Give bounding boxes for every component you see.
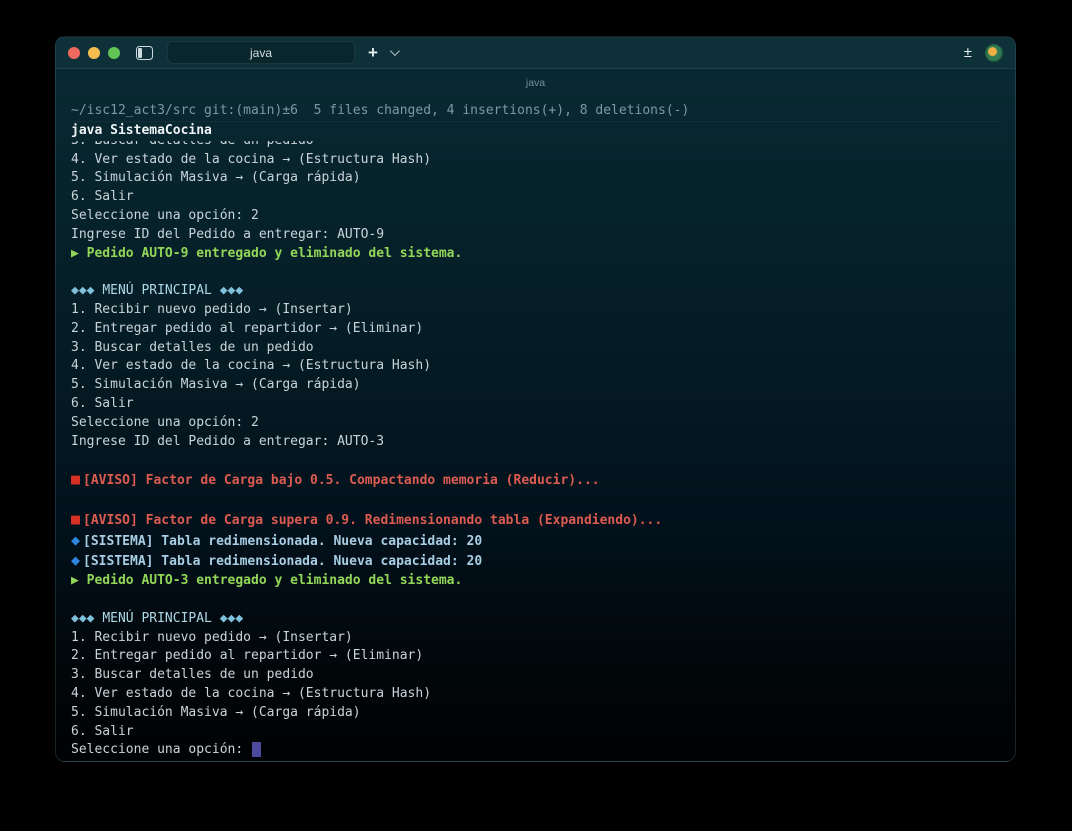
minimize-button[interactable] bbox=[88, 47, 100, 59]
terminal-text: Seleccione una opción: 2 bbox=[71, 415, 259, 430]
terminal-content[interactable]: ~/isc12_act3/src git:(main)±6 5 files ch… bbox=[56, 97, 1015, 760]
terminal-line: 4. Ver estado de la cocina → (Estructura… bbox=[71, 357, 1001, 376]
red-square-icon: ■ bbox=[71, 470, 83, 488]
red-square-icon: ■ bbox=[71, 510, 83, 528]
terminal-text: 5. Simulación Masiva → (Carga rápida) bbox=[71, 170, 361, 185]
terminal-line: ■[AVISO] Factor de Carga supera 0.9. Red… bbox=[71, 510, 1001, 531]
terminal-line bbox=[71, 591, 1001, 610]
terminal-cursor bbox=[252, 742, 261, 757]
terminal-line: 3. Buscar detalles de un pedido bbox=[71, 339, 1001, 358]
terminal-line: ■[AVISO] Factor de Carga bajo 0.5. Compa… bbox=[71, 470, 1001, 491]
terminal-line: 3. Buscar detalles de un pedido bbox=[71, 141, 1001, 151]
terminal-line: 5. Simulación Masiva → (Carga rápida) bbox=[71, 169, 1001, 188]
terminal-text: 1. Recibir nuevo pedido → (Insertar) bbox=[71, 302, 353, 317]
terminal-text: 5. Simulación Masiva → (Carga rápida) bbox=[71, 705, 361, 720]
terminal-text: 2. Entregar pedido al repartidor → (Elim… bbox=[71, 321, 423, 336]
terminal-text: 5. Simulación Masiva → (Carga rápida) bbox=[71, 377, 361, 392]
sidebar-toggle-icon[interactable] bbox=[136, 46, 153, 60]
terminal-line: 5. Simulación Masiva → (Carga rápida) bbox=[71, 704, 1001, 723]
terminal-text: Seleccione una opción: bbox=[71, 742, 251, 757]
terminal-line: 1. Recibir nuevo pedido → (Insertar) bbox=[71, 629, 1001, 648]
terminal-text: 4. Ver estado de la cocina → (Estructura… bbox=[71, 686, 431, 701]
terminal-text: 4. Ver estado de la cocina → (Estructura… bbox=[71, 152, 431, 167]
terminal-line: ◆[SISTEMA] Tabla redimensionada. Nueva c… bbox=[71, 551, 1001, 572]
terminal-text: [AVISO] Factor de Carga supera 0.9. Redi… bbox=[83, 513, 662, 528]
terminal-text: 1. Recibir nuevo pedido → (Insertar) bbox=[71, 630, 353, 645]
terminal-text: Seleccione una opción: 2 bbox=[71, 208, 259, 223]
terminal-text: 6. Salir bbox=[71, 724, 134, 739]
terminal-output: 3. Buscar detalles de un pedido4. Ver es… bbox=[71, 141, 1001, 761]
command-line: java SistemaCocina bbox=[71, 121, 1001, 141]
command-block-header: java bbox=[56, 69, 1015, 97]
terminal-line: 3. Buscar detalles de un pedido bbox=[71, 666, 1001, 685]
terminal-line: ◆◆◆ MENÚ PRINCIPAL ◆◆◆ bbox=[71, 610, 1001, 629]
terminal-text: 3. Buscar detalles de un pedido bbox=[71, 340, 314, 355]
chevron-down-icon[interactable] bbox=[390, 46, 400, 56]
tab-bar: java + ± bbox=[56, 37, 1015, 69]
block-header-label: java bbox=[526, 77, 545, 89]
close-button[interactable] bbox=[68, 47, 80, 59]
terminal-line: Seleccione una opción: 2 bbox=[71, 207, 1001, 226]
terminal-text: Ingrese ID del Pedido a entregar: AUTO-9 bbox=[71, 227, 384, 242]
terminal-line: 1. Recibir nuevo pedido → (Insertar) bbox=[71, 301, 1001, 320]
terminal-text: ◆◆◆ bbox=[71, 611, 102, 626]
terminal-line: 4. Ver estado de la cocina → (Estructura… bbox=[71, 685, 1001, 704]
terminal-text: [AVISO] Factor de Carga bajo 0.5. Compac… bbox=[83, 473, 600, 488]
blue-diamond-icon: ◆ bbox=[71, 531, 83, 549]
terminal-text: 3. Buscar detalles de un pedido bbox=[71, 667, 314, 682]
terminal-text: 6. Salir bbox=[71, 189, 134, 204]
terminal-line: 4. Ver estado de la cocina → (Estructura… bbox=[71, 151, 1001, 170]
tab-java[interactable]: java bbox=[167, 41, 355, 64]
terminal-line: ◆[SISTEMA] Tabla redimensionada. Nueva c… bbox=[71, 531, 1001, 552]
terminal-line bbox=[71, 263, 1001, 282]
tab-label: java bbox=[250, 46, 272, 60]
terminal-text: 6. Salir bbox=[71, 396, 134, 411]
terminal-line: Seleccione una opción: 2 bbox=[71, 414, 1001, 433]
terminal-line bbox=[71, 451, 1001, 470]
terminal-line bbox=[71, 491, 1001, 510]
terminal-text: ◆◆◆ bbox=[71, 283, 102, 298]
font-size-adjust-icon[interactable]: ± bbox=[964, 44, 972, 61]
terminal-text: [SISTEMA] Tabla redimensionada. Nueva ca… bbox=[83, 534, 482, 549]
terminal-line: 2. Entregar pedido al repartidor → (Elim… bbox=[71, 320, 1001, 339]
terminal-line: 6. Salir bbox=[71, 395, 1001, 414]
terminal-line: ▶ Pedido AUTO-3 entregado y eliminado de… bbox=[71, 572, 1001, 591]
terminal-text: MENÚ PRINCIPAL bbox=[102, 283, 212, 298]
blue-diamond-icon: ◆ bbox=[71, 551, 83, 569]
terminal-text: 3. Buscar detalles de un pedido bbox=[71, 141, 314, 151]
terminal-line: ◆◆◆ MENÚ PRINCIPAL ◆◆◆ bbox=[71, 282, 1001, 301]
terminal-line: 6. Salir bbox=[71, 723, 1001, 742]
terminal-text: MENÚ PRINCIPAL bbox=[102, 611, 212, 626]
terminal-line: Seleccione una opción: bbox=[71, 741, 1001, 760]
terminal-text: ◆◆◆ bbox=[212, 283, 243, 298]
new-tab-button[interactable]: + bbox=[368, 44, 378, 61]
terminal-line: 2. Entregar pedido al repartidor → (Elim… bbox=[71, 647, 1001, 666]
terminal-line: 6. Salir bbox=[71, 188, 1001, 207]
terminal-line: ▶ Pedido AUTO-9 entregado y eliminado de… bbox=[71, 245, 1001, 264]
terminal-text: Ingrese ID del Pedido a entregar: AUTO-3 bbox=[71, 434, 384, 449]
terminal-text: [SISTEMA] Tabla redimensionada. Nueva ca… bbox=[83, 554, 482, 569]
tabbar-right: ± bbox=[964, 44, 1003, 62]
terminal-line: Ingrese ID del Pedido a entregar: AUTO-9 bbox=[71, 226, 1001, 245]
terminal-line: 5. Simulación Masiva → (Carga rápida) bbox=[71, 376, 1001, 395]
terminal-text: ◆◆◆ bbox=[212, 611, 243, 626]
terminal-text: ▶ Pedido AUTO-9 entregado y eliminado de… bbox=[71, 246, 462, 261]
maximize-button[interactable] bbox=[108, 47, 120, 59]
terminal-text: 4. Ver estado de la cocina → (Estructura… bbox=[71, 358, 431, 373]
shell-prompt: ~/isc12_act3/src git:(main)±6 5 files ch… bbox=[71, 102, 1001, 121]
terminal-text: ▶ Pedido AUTO-3 entregado y eliminado de… bbox=[71, 573, 462, 588]
terminal-text: 2. Entregar pedido al repartidor → (Elim… bbox=[71, 648, 423, 663]
terminal-window: java + ± java ~/isc12_act3/src git:(main… bbox=[55, 36, 1016, 762]
terminal-line: Ingrese ID del Pedido a entregar: AUTO-3 bbox=[71, 433, 1001, 452]
window-controls bbox=[68, 47, 120, 59]
avatar[interactable] bbox=[985, 44, 1003, 62]
